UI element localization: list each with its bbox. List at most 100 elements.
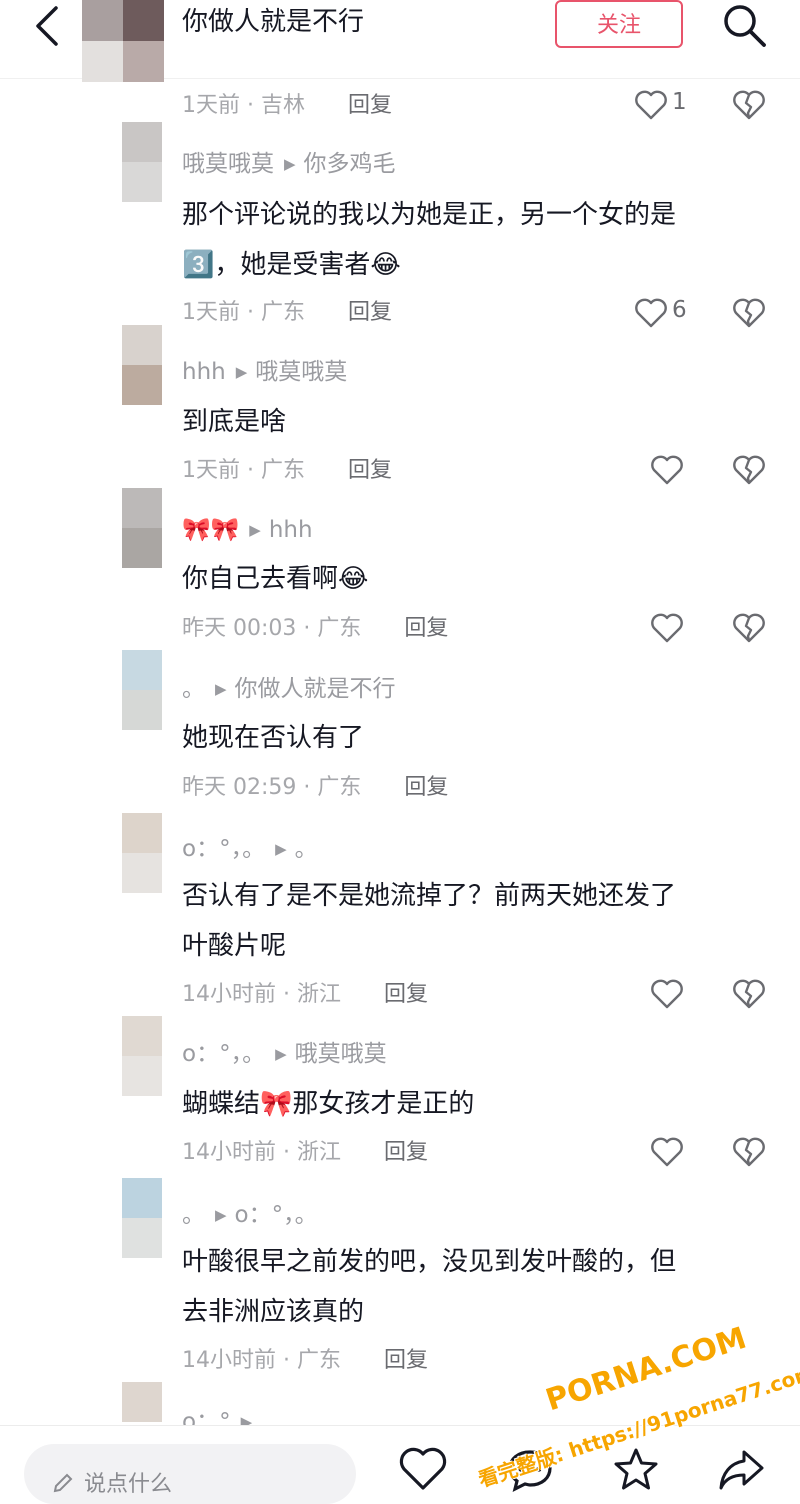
reply-to-username[interactable]: 你做人就是不行 <box>235 676 396 702</box>
comment-text-line: 你自己去看啊😂 <box>182 564 369 594</box>
reply-arrow-icon: ▶ <box>275 1045 287 1063</box>
comment-header: 哦莫哦莫 ▶ 你多鸡毛 <box>182 148 396 180</box>
dislike-button[interactable] <box>732 977 768 1013</box>
comment-header: 🎀🎀 ▶ hhh <box>182 514 313 546</box>
comment-time-location: 1天前 · 广东 <box>182 458 305 483</box>
comment-meta: 14小时前 · 广东 回复 <box>182 1345 428 1377</box>
comment-text: 蝴蝶结🎀那女孩才是正的 <box>182 1079 762 1129</box>
comment-meta: 昨天 00:03 · 广东 回复 <box>182 613 448 645</box>
reply-to-username[interactable]: hhh <box>269 517 313 543</box>
reply-arrow-icon: ▶ <box>240 1413 253 1425</box>
share-button[interactable] <box>716 1444 766 1494</box>
reply-arrow-icon: ▶ <box>215 680 227 698</box>
reply-button[interactable]: 回复 <box>404 616 448 641</box>
reply-to-username[interactable]: 你多鸡毛 <box>304 151 396 177</box>
comment-item: o：°，。 ▶ 哦莫哦莫 蝴蝶结🎀那女孩才是正的 14小时前 · 浙江 回复 <box>0 1016 800 1176</box>
favorite-button[interactable] <box>611 1444 661 1494</box>
comment-time-location: 昨天 02:59 · 广东 <box>182 775 362 800</box>
comment-text: 叶酸很早之前发的吧，没见到发叶酸的，但 去非洲应该真的 <box>182 1237 762 1337</box>
comment-meta: 1天前 · 吉林 回复 <box>182 90 392 122</box>
dislike-button[interactable] <box>732 611 768 647</box>
comments-button[interactable] <box>505 1444 555 1494</box>
like-button[interactable] <box>650 1135 686 1171</box>
search-button[interactable] <box>720 2 770 48</box>
heart-icon <box>651 613 683 643</box>
comment-text-line: 蝴蝶结🎀那女孩才是正的 <box>182 1089 475 1119</box>
back-button[interactable] <box>28 4 68 48</box>
comment-bubble-icon <box>508 1450 552 1492</box>
dislike-button[interactable] <box>732 88 768 124</box>
comment-username[interactable]: hhh <box>182 359 226 385</box>
avatar[interactable] <box>122 1178 162 1258</box>
comment-text-line: 叶酸片呢 <box>182 931 287 961</box>
comment-time-location: 昨天 00:03 · 广东 <box>182 616 362 641</box>
reply-arrow-icon: ▶ <box>235 363 248 381</box>
reply-button[interactable]: 回复 <box>384 1348 428 1373</box>
comment-text-line: 去非洲应该真的 <box>182 1297 365 1327</box>
like-count: 1 <box>672 89 687 115</box>
comment-text-line: 她现在否认有了 <box>182 723 365 753</box>
heart-icon <box>651 1137 683 1167</box>
comment-item: hhh ▶ 哦莫哦莫 到底是啥 1天前 · 广东 回复 <box>0 325 800 485</box>
comment-username[interactable]: 。 <box>182 676 205 702</box>
comment-text: 她现在否认有了 <box>182 713 762 763</box>
dislike-button[interactable] <box>732 453 768 489</box>
comment-text-line: 否认有了是不是她流掉了？前两天她还发了 <box>182 881 677 911</box>
broken-heart-icon <box>733 455 765 485</box>
like-video-button[interactable] <box>398 1444 448 1494</box>
broken-heart-icon <box>733 979 765 1009</box>
comment-username[interactable]: 🎀🎀 <box>182 517 239 543</box>
author-avatar[interactable] <box>82 0 164 82</box>
comment-item: 。 ▶ 你做人就是不行 她现在否认有了 昨天 02:59 · 广东 回复 <box>0 650 800 810</box>
avatar[interactable] <box>122 488 162 568</box>
heart-icon <box>651 455 683 485</box>
like-button[interactable] <box>650 977 686 1013</box>
comment-header: o：°，。 ▶ 。 <box>182 833 318 865</box>
comment-username[interactable]: 哦莫哦莫 <box>182 151 274 177</box>
comment-username[interactable]: o：°，。 <box>182 836 265 862</box>
comment-username[interactable]: o：°，。 <box>182 1041 265 1067</box>
like-button[interactable] <box>650 611 686 647</box>
heart-icon <box>635 90 667 120</box>
search-icon <box>724 5 766 47</box>
like-button[interactable] <box>650 453 686 489</box>
reply-arrow-icon: ▶ <box>249 521 261 539</box>
heart-icon <box>651 979 683 1009</box>
comment-time-location: 14小时前 · 广东 <box>182 1348 341 1373</box>
avatar[interactable] <box>122 813 162 893</box>
like-count: 6 <box>672 297 687 323</box>
comment-text: 到底是啥 <box>182 397 762 447</box>
top-bar: 你做人就是不行 关注 <box>0 0 800 82</box>
reply-to-username[interactable]: o：°，。 <box>235 1202 318 1228</box>
comment-meta: 1天前 · 广东 回复 <box>182 455 392 487</box>
follow-button[interactable]: 关注 <box>555 0 683 48</box>
comment-item: 。 ▶ o：°，。 叶酸很早之前发的吧，没见到发叶酸的，但 去非洲应该真的 14小时… <box>0 1178 800 1388</box>
heart-icon <box>399 1447 447 1490</box>
avatar[interactable] <box>122 122 162 202</box>
like-button[interactable]: 1 <box>634 88 696 124</box>
comment-input-placeholder: 说点什么 <box>84 1472 173 1497</box>
comment-text-line: 那个评论说的我以为她是正，另一个女的是 <box>182 200 677 230</box>
reply-to-username[interactable]: 哦莫哦莫 <box>295 1041 387 1067</box>
reply-button[interactable]: 回复 <box>384 982 428 1007</box>
reply-button[interactable]: 回复 <box>348 93 392 118</box>
avatar[interactable] <box>122 1382 162 1425</box>
comment-username[interactable]: o：° <box>182 1409 231 1425</box>
avatar[interactable] <box>122 325 162 405</box>
avatar[interactable] <box>122 650 162 730</box>
reply-button[interactable]: 回复 <box>348 300 392 325</box>
comment-input[interactable]: 说点什么 <box>24 1444 356 1504</box>
reply-button[interactable]: 回复 <box>404 775 448 800</box>
star-icon <box>614 1448 658 1490</box>
reply-button[interactable]: 回复 <box>384 1140 428 1165</box>
comment-meta: 昨天 02:59 · 广东 回复 <box>182 772 448 804</box>
comment-username[interactable]: 。 <box>182 1202 205 1228</box>
avatar[interactable] <box>122 1016 162 1096</box>
comment-text-line: 3️⃣，她是受害者😂 <box>182 250 401 280</box>
comment-header: o：° ▶ <box>182 1406 260 1425</box>
reply-to-username[interactable]: 。 <box>295 836 318 862</box>
reply-button[interactable]: 回复 <box>348 458 392 483</box>
bottom-action-bar: 说点什么 <box>0 1425 800 1504</box>
reply-to-username[interactable]: 哦莫哦莫 <box>255 359 347 385</box>
dislike-button[interactable] <box>732 1135 768 1171</box>
